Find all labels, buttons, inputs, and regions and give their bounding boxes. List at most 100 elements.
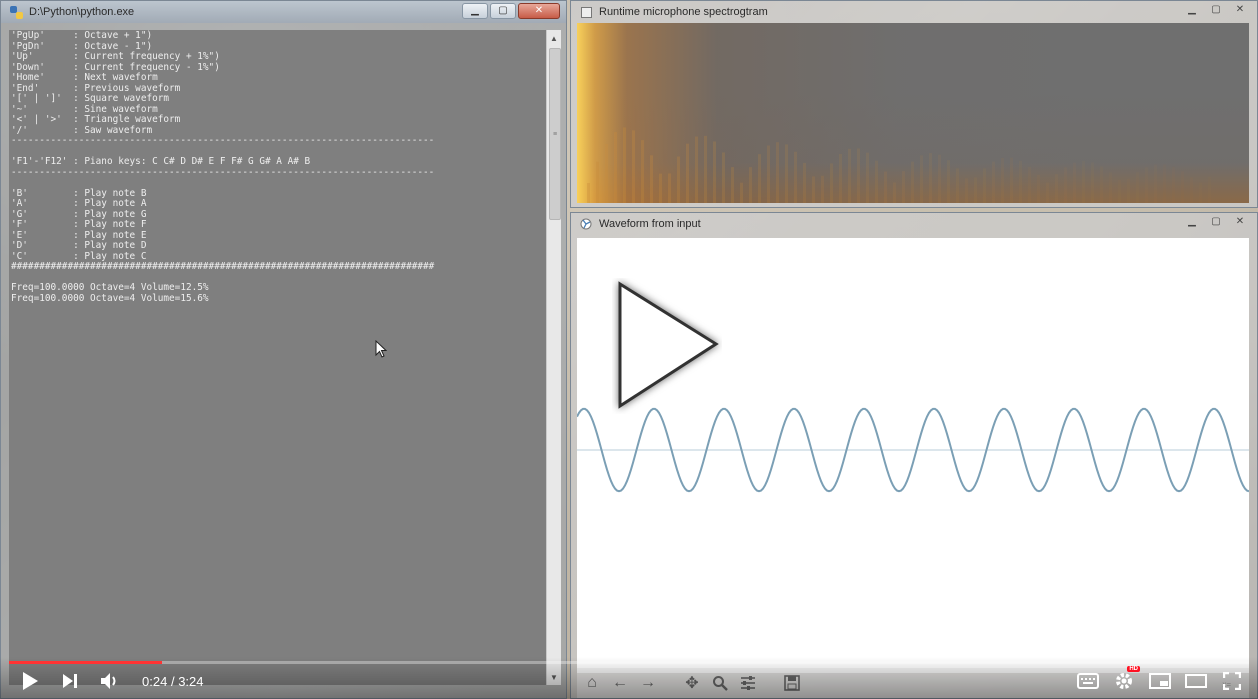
mouse-cursor-icon bbox=[375, 340, 387, 358]
spectrogram-band bbox=[920, 155, 923, 203]
spectrogram-band bbox=[1208, 176, 1211, 203]
spectrogram-band bbox=[767, 145, 770, 203]
spectrogram-band bbox=[695, 136, 698, 203]
spectrogram-band bbox=[821, 175, 824, 203]
spectrogram-band bbox=[1172, 166, 1175, 203]
minimize-button[interactable]: ▁ bbox=[462, 3, 488, 19]
hd-badge-icon: HD bbox=[1127, 666, 1140, 672]
console-text: 'PgUp' : Octave + 1") 'PgDn' : Octave - … bbox=[11, 30, 435, 304]
miniplayer-icon[interactable] bbox=[1148, 669, 1172, 693]
spectrogram-band bbox=[596, 161, 599, 203]
spectrogram-band bbox=[929, 153, 932, 203]
spectrogram-band bbox=[974, 177, 977, 203]
spectrogram-title: Runtime microphone spectrogtram bbox=[599, 6, 768, 18]
time-display: 0:24 / 3:24 bbox=[142, 674, 204, 689]
spectrogram-band bbox=[1118, 179, 1121, 203]
minimize-button[interactable]: ▁ bbox=[1181, 3, 1203, 17]
scroll-up-arrow-icon[interactable]: ▲ bbox=[547, 30, 561, 46]
spectrogram-band bbox=[758, 154, 761, 203]
spectrogram-band bbox=[1145, 167, 1148, 203]
spectrogram-band bbox=[1136, 172, 1139, 203]
spectrogram-band bbox=[650, 155, 653, 203]
console-title: D:\Python\python.exe bbox=[29, 6, 135, 18]
spectrogram-band bbox=[632, 130, 635, 203]
spectrogram-band bbox=[722, 152, 725, 203]
spectrogram-band bbox=[623, 127, 626, 203]
spectrogram-band bbox=[965, 178, 968, 203]
spectrogram-band bbox=[740, 182, 743, 203]
spectrogram-band bbox=[1181, 171, 1184, 203]
console-titlebar[interactable]: D:\Python\python.exe ▁ ▢ ✕ bbox=[1, 1, 566, 23]
spectrogram-band bbox=[605, 143, 608, 203]
theater-icon[interactable] bbox=[1184, 669, 1208, 693]
duration: 3:24 bbox=[178, 673, 204, 689]
fullscreen-icon[interactable] bbox=[1220, 669, 1244, 693]
console-output[interactable]: 'PgUp' : Octave + 1") 'PgDn' : Octave - … bbox=[9, 30, 546, 685]
close-button[interactable]: ✕ bbox=[518, 3, 560, 19]
spectrogram-band bbox=[875, 160, 878, 203]
spectrogram-band bbox=[1010, 157, 1013, 203]
spectrogram-band bbox=[956, 168, 959, 203]
spectrogram-band bbox=[776, 142, 779, 203]
volume-icon[interactable] bbox=[98, 669, 122, 693]
spectrogram-band bbox=[1082, 160, 1085, 203]
window-icon bbox=[579, 5, 593, 19]
spectrogram-image bbox=[577, 23, 1249, 203]
maximize-button[interactable]: ▢ bbox=[490, 3, 516, 19]
waveform-titlebar[interactable]: Waveform from input ▁ ▢ ✕ bbox=[571, 213, 1257, 235]
big-play-icon[interactable] bbox=[612, 278, 722, 414]
python-icon bbox=[9, 5, 23, 19]
spectrogram-band bbox=[659, 173, 662, 203]
spectrogram-band bbox=[848, 148, 851, 203]
next-icon[interactable] bbox=[58, 669, 82, 693]
spectrogram-band bbox=[713, 141, 716, 203]
spectrogram-band bbox=[938, 154, 941, 203]
spectrogram-band bbox=[1100, 166, 1103, 203]
console-scrollbar[interactable]: ▲ ≡ ▼ bbox=[546, 30, 561, 685]
spectrogram-band bbox=[749, 167, 752, 203]
subtitles-icon[interactable] bbox=[1076, 669, 1100, 693]
spectrogram-band bbox=[812, 176, 815, 203]
close-button[interactable]: ✕ bbox=[1229, 3, 1251, 17]
maximize-button[interactable]: ▢ bbox=[1205, 215, 1227, 229]
minimize-button[interactable]: ▁ bbox=[1181, 215, 1203, 229]
spectrogram-band bbox=[992, 161, 995, 203]
spectrogram-band bbox=[1019, 160, 1022, 203]
spectrogram-band bbox=[1073, 162, 1076, 203]
spectrogram-band bbox=[902, 171, 905, 203]
spectrogram-band bbox=[1037, 174, 1040, 203]
spectrogram-band bbox=[866, 152, 869, 203]
spectrogram-band bbox=[1163, 164, 1166, 203]
spectrogram-band bbox=[1046, 182, 1049, 203]
spectrogram-band bbox=[668, 173, 671, 203]
spectrogram-band bbox=[884, 171, 887, 203]
spectrogram-band bbox=[1127, 178, 1130, 203]
spectrogram-band bbox=[1190, 177, 1193, 203]
spectrogram-band bbox=[731, 167, 734, 203]
current-time: 0:24 bbox=[142, 673, 168, 689]
progress-bar[interactable] bbox=[9, 661, 1249, 664]
spectrogram-band bbox=[1091, 162, 1094, 203]
spectrogram-band bbox=[983, 168, 986, 203]
close-button[interactable]: ✕ bbox=[1229, 215, 1251, 229]
spectrogram-titlebar[interactable]: Runtime microphone spectrogtram ▁ ▢ ✕ bbox=[571, 1, 1257, 23]
play-icon[interactable] bbox=[18, 669, 42, 693]
spectrogram-band bbox=[1154, 164, 1157, 203]
video-player-controls: 0:24 / 3:24 HD bbox=[0, 657, 1258, 699]
scrollbar-thumb[interactable]: ≡ bbox=[549, 48, 561, 220]
time-separator: / bbox=[170, 673, 175, 689]
spectrogram-band bbox=[857, 148, 860, 203]
maximize-button[interactable]: ▢ bbox=[1205, 3, 1227, 17]
waveform-title: Waveform from input bbox=[599, 218, 701, 230]
spectrogram-band bbox=[1055, 174, 1058, 203]
spectrogram-band bbox=[1064, 167, 1067, 203]
console-window: D:\Python\python.exe ▁ ▢ ✕ 'PgUp' : Octa… bbox=[0, 0, 567, 699]
spectrogram-band bbox=[947, 160, 950, 203]
spectrogram-window: Runtime microphone spectrogtram ▁ ▢ ✕ bbox=[570, 0, 1258, 208]
spectrogram-band bbox=[893, 182, 896, 203]
spectrogram-band bbox=[803, 162, 806, 203]
spectrogram-band bbox=[1028, 166, 1031, 203]
settings-icon[interactable]: HD bbox=[1112, 666, 1140, 693]
spectrogram-band bbox=[1109, 172, 1112, 203]
progress-played bbox=[9, 661, 162, 664]
